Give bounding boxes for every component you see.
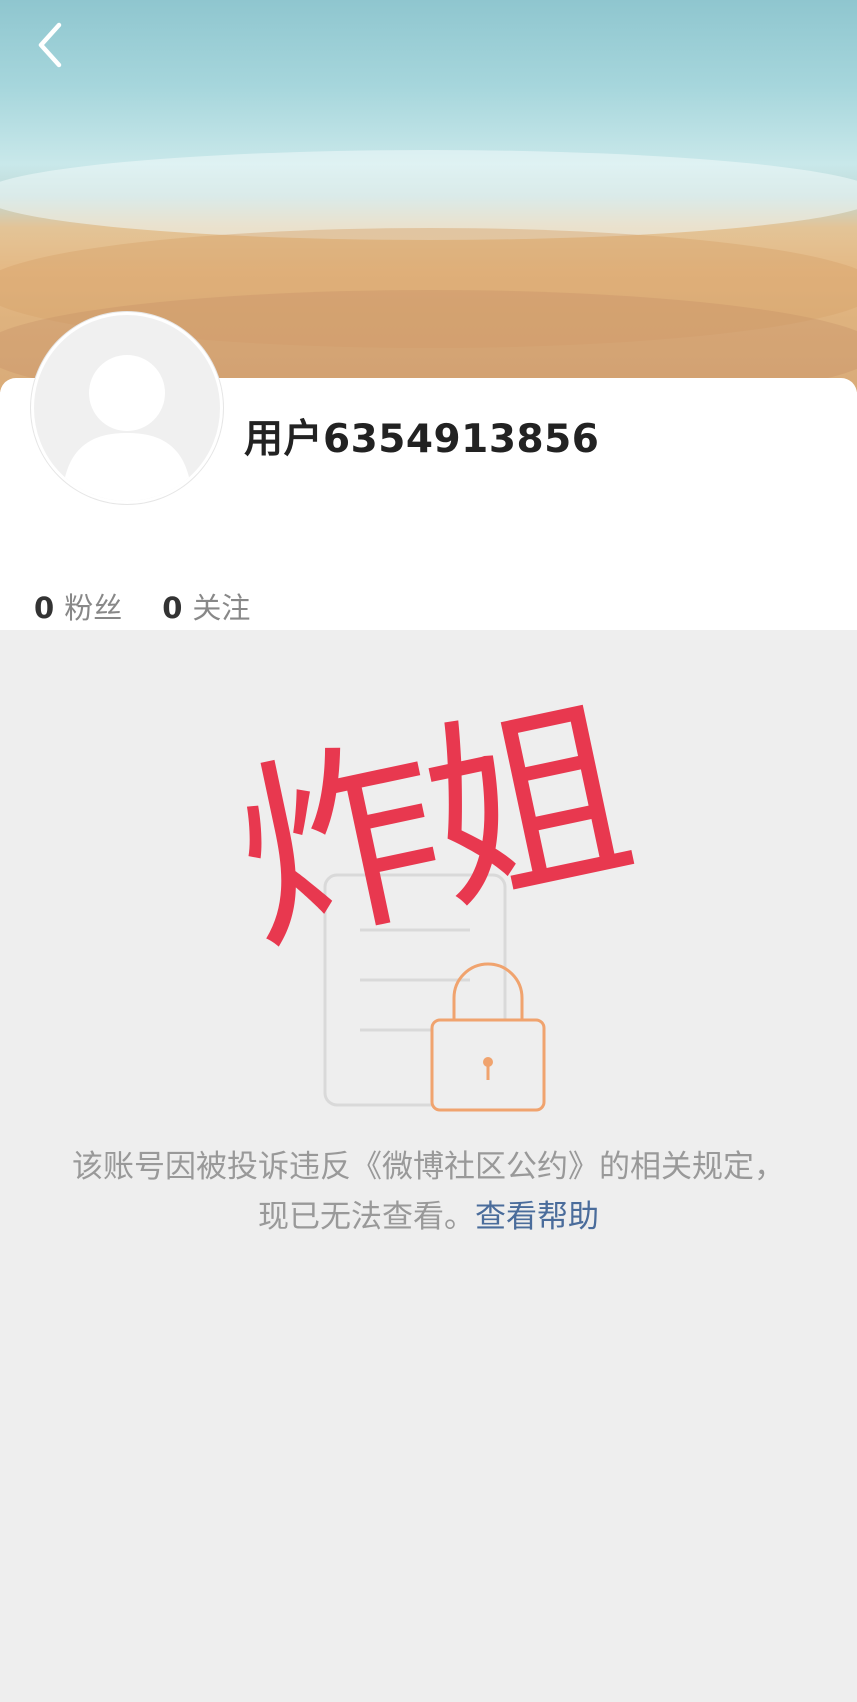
username: 用户6354913856	[244, 417, 600, 462]
sea-foam	[0, 150, 857, 240]
following-stat[interactable]: 0 关注	[162, 585, 250, 627]
back-arrow-icon	[38, 22, 62, 68]
lock-icon	[430, 962, 546, 1112]
stamp-text: 炸姐	[218, 673, 643, 982]
help-link[interactable]: 查看帮助	[475, 1199, 599, 1235]
fans-label: 粉丝	[64, 591, 123, 625]
following-count: 0	[162, 591, 183, 625]
avatar[interactable]	[31, 312, 223, 504]
profile-stats: 0 粉丝 0 关注	[34, 585, 250, 627]
notice-message: 该账号因被投诉违反《微博社区公约》的相关规定，现已无法查看。	[72, 1149, 785, 1235]
back-button[interactable]	[28, 20, 72, 70]
default-avatar-icon	[62, 355, 192, 501]
fans-stat[interactable]: 0 粉丝	[34, 585, 122, 627]
account-notice: 该账号因被投诉违反《微博社区公约》的相关规定，现已无法查看。查看帮助	[60, 1142, 797, 1242]
fans-count: 0	[34, 591, 55, 625]
following-label: 关注	[192, 591, 251, 625]
